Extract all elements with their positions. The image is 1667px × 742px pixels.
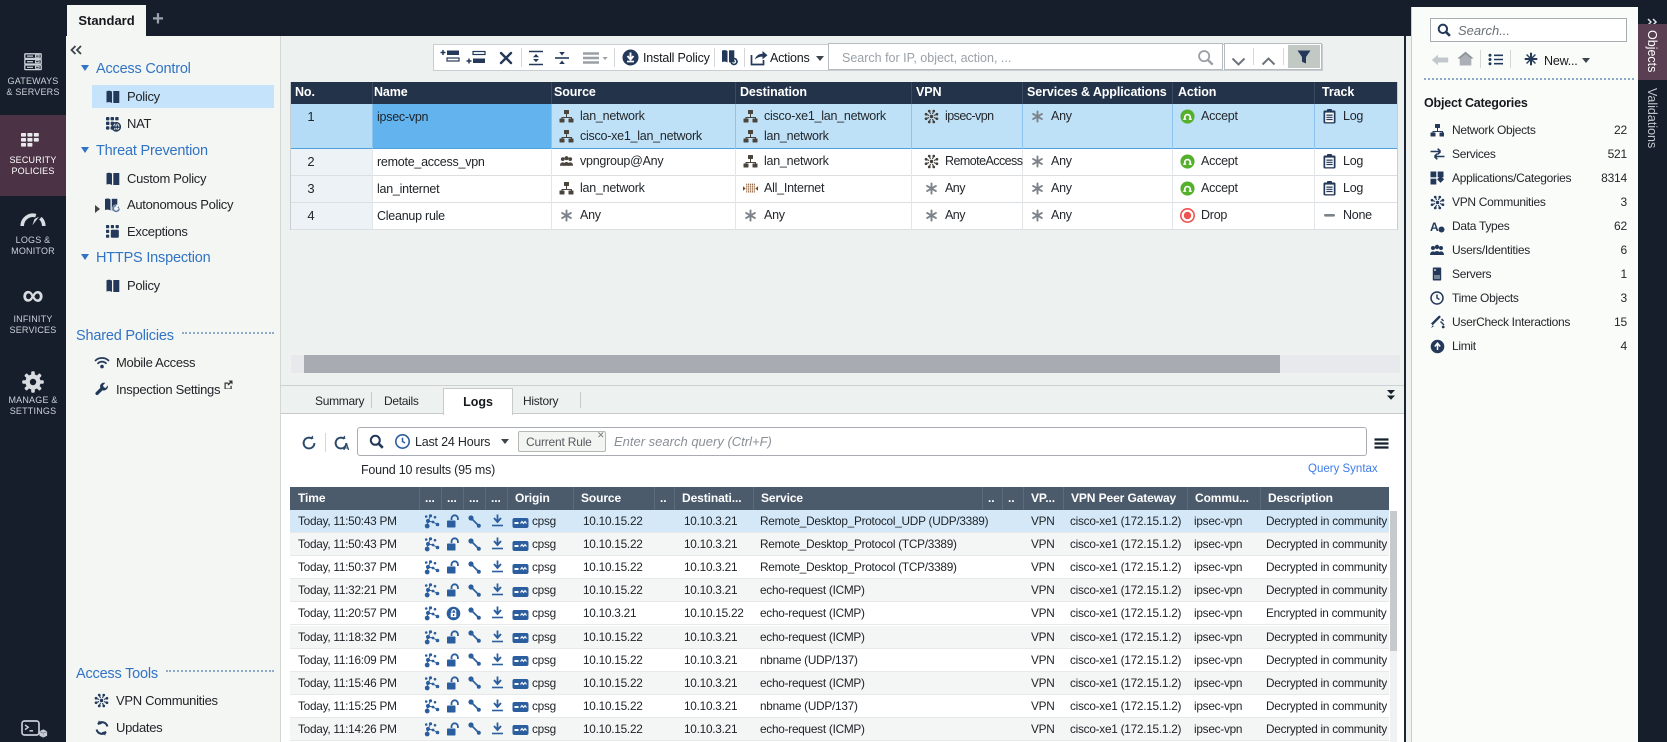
svg-text:A: A: [1430, 220, 1439, 233]
